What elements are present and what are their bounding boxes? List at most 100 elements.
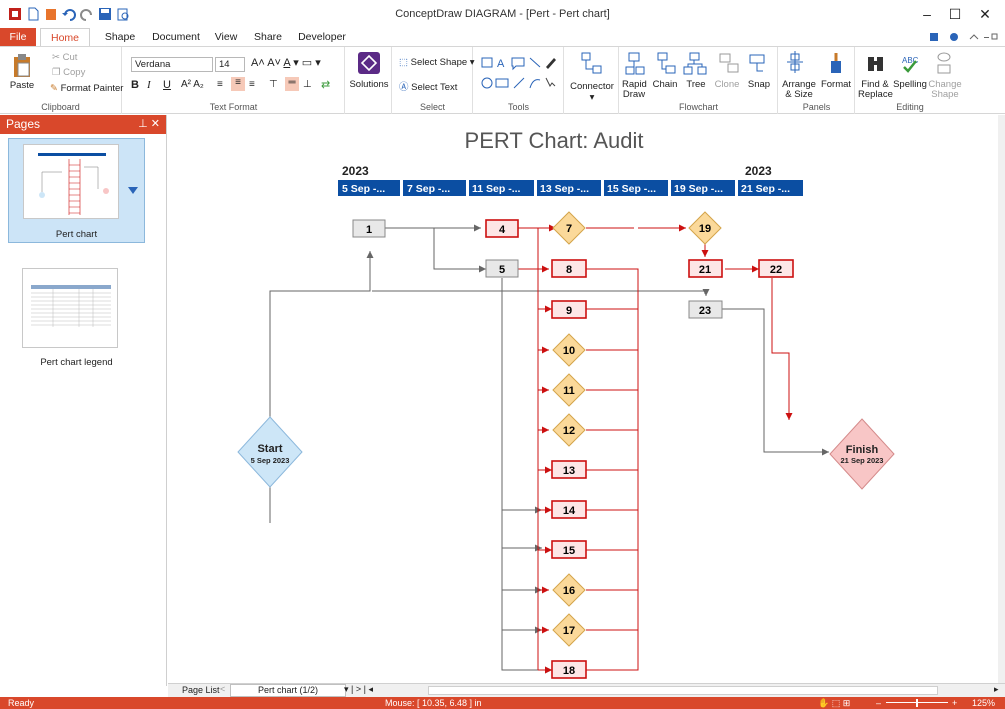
task-node-14[interactable]: 14 — [551, 500, 587, 519]
select-text-button[interactable]: Ⓐ Select Text — [399, 79, 457, 93]
tree-button[interactable]: Tree — [684, 80, 708, 90]
bold-button[interactable]: B — [131, 79, 139, 91]
tab-document[interactable]: Document — [146, 28, 206, 46]
task-node-23[interactable]: 23 — [688, 300, 723, 319]
tab-view[interactable]: View — [208, 28, 244, 46]
task-node-9[interactable]: 9 — [551, 300, 587, 319]
font-color-icon[interactable]: A — [283, 57, 290, 69]
underline-button[interactable]: U — [163, 79, 171, 91]
tab-share[interactable]: Share — [248, 28, 288, 46]
snap-button[interactable]: Snap — [746, 80, 772, 90]
select-text-label: Select Text — [411, 82, 458, 93]
timeline-bar: 5 Sep -... 7 Sep -... 11 Sep -... 13 Sep… — [338, 180, 803, 196]
task-node-15[interactable]: 15 — [551, 540, 587, 559]
valign-middle-button[interactable]: ═ — [285, 77, 299, 91]
page-preview — [22, 268, 118, 348]
milestone-node-17[interactable]: 17 — [552, 613, 586, 647]
status-bar: Ready Mouse: [ 10.35, 6.48 ] in ✋ ⬚ ⊞ – … — [0, 697, 1005, 709]
task-node-18[interactable]: 18 — [551, 660, 587, 679]
select-shape-button[interactable]: ⬚ Select Shape ▾ — [399, 57, 475, 68]
cut-button[interactable]: ✂ Cut — [52, 52, 77, 63]
copy-button[interactable]: ❐ Copy — [52, 67, 85, 78]
arrange-size-button[interactable]: Arrange & Size — [781, 80, 817, 100]
solutions-icon[interactable] — [358, 52, 380, 74]
hand-tool-icon[interactable]: ✋ ⬚ ⊞ — [818, 697, 850, 709]
pages-panel-title: Pages — [6, 117, 41, 131]
align-center-button[interactable]: ≡ — [231, 77, 245, 91]
milestone-node-12[interactable]: 12 — [552, 413, 586, 447]
find-replace-button[interactable]: Find & Replace — [858, 80, 893, 100]
change-shape-button[interactable]: Change Shape — [928, 80, 962, 100]
format-painter-button[interactable]: ✎ Format Painter — [50, 83, 123, 94]
timeline-date: 15 Sep -... — [607, 183, 656, 195]
app-window: ConceptDraw DIAGRAM - [Pert - Pert chart… — [0, 0, 1005, 709]
horizontal-scrollbar[interactable] — [428, 686, 938, 695]
valign-top-button[interactable]: ⊤ — [269, 79, 278, 90]
chain-button[interactable]: Chain — [652, 80, 678, 90]
tab-shape[interactable]: Shape — [100, 28, 140, 46]
tab-developer[interactable]: Developer — [292, 28, 352, 46]
task-node-21[interactable]: 21 — [688, 259, 723, 278]
panel-pin-close-icons[interactable]: ⊥ ✕ — [138, 115, 160, 134]
solutions-button[interactable]: Solutions — [348, 80, 390, 90]
close-button[interactable]: ✕ — [970, 4, 1000, 24]
task-node-8[interactable]: 8 — [551, 259, 587, 278]
rapid-draw-button[interactable]: Rapid Draw — [622, 80, 647, 100]
zoom-level[interactable]: 125% — [972, 697, 995, 709]
task-node-1[interactable]: 1 — [352, 219, 386, 238]
brush-icon: ✎ — [50, 83, 58, 94]
milestone-node-7[interactable]: 7 — [552, 211, 586, 245]
maximize-button[interactable]: ☐ — [940, 4, 970, 24]
connector-icon[interactable] — [581, 52, 603, 76]
vertical-scrollbar[interactable] — [998, 115, 1005, 686]
format-button[interactable]: Format — [819, 80, 853, 90]
tab-home[interactable]: Home — [40, 28, 90, 46]
paste-icon[interactable] — [12, 53, 32, 79]
page-list-button[interactable]: Page List — [182, 685, 220, 695]
flowchart-icons[interactable] — [624, 51, 774, 77]
italic-button[interactable]: I — [147, 79, 151, 91]
milestone-node-10[interactable]: 10 — [552, 333, 586, 367]
align-right-button[interactable]: ≡ — [249, 79, 255, 90]
align-left-button[interactable]: ≡ — [217, 79, 223, 90]
superscript-button[interactable]: A² A₂ — [181, 79, 204, 90]
milestone-node-19[interactable]: 19 — [688, 211, 722, 245]
connector-dropdown-icon[interactable]: ▾ — [567, 93, 617, 103]
tab-file[interactable]: File — [0, 28, 36, 46]
valign-bottom-button[interactable]: ⊥ — [303, 79, 312, 90]
scroll-right-icon[interactable]: ▸ — [994, 684, 999, 695]
task-node-13[interactable]: 13 — [551, 460, 587, 479]
milestone-node-16[interactable]: 16 — [552, 573, 586, 607]
page-thumbnail-pert-chart[interactable]: Pert chart — [8, 138, 145, 243]
task-number: 21 — [699, 264, 711, 276]
spelling-button[interactable]: Spelling — [892, 80, 928, 90]
font-family-select[interactable]: Verdana — [131, 57, 213, 72]
task-node-22[interactable]: 22 — [758, 259, 794, 278]
task-number: 23 — [699, 305, 711, 317]
editing-group: ABC Find & Replace Spelling Change Shape… — [856, 47, 964, 114]
drawing-canvas[interactable]: PERT Chart: Audit 2023 2023 5 Sep -... 7… — [168, 115, 998, 686]
font-size-select[interactable]: 14 — [215, 57, 245, 72]
drawing-tools-icons[interactable]: A — [480, 54, 560, 94]
ribbon-options-icon[interactable] — [928, 31, 998, 43]
finish-node[interactable]: Finish 21 Sep 2023 — [829, 418, 895, 490]
minimize-button[interactable]: – — [912, 4, 942, 24]
page-thumbnail-pert-chart-legend[interactable]: Pert chart legend — [8, 265, 145, 368]
task-node-4[interactable]: 4 — [485, 219, 519, 238]
milestone-node-11[interactable]: 11 — [552, 373, 586, 407]
start-node[interactable]: Start 5 Sep 2023 — [237, 416, 303, 488]
current-page-tab[interactable]: Pert chart (1/2) — [230, 684, 346, 697]
paste-button[interactable]: Paste — [4, 81, 40, 91]
zoom-slider-thumb[interactable] — [916, 699, 918, 707]
task-node-5[interactable]: 5 — [485, 259, 519, 278]
connector-button[interactable]: Connector — [567, 82, 617, 92]
thumbnail-menu-arrow-icon[interactable] — [128, 187, 138, 195]
text-direction-icon[interactable]: ⇄ — [321, 78, 330, 91]
clipboard-group-label: Clipboard — [41, 102, 80, 112]
page-tab-dropdown-icon[interactable]: ▾ | > | ◂ — [344, 684, 373, 695]
scroll-left-icon[interactable]: < — [220, 684, 225, 694]
zoom-in-button[interactable]: + — [952, 697, 957, 709]
grow-font-button[interactable]: A˄ A˅ A ▾ ▭ ▾ — [251, 56, 321, 69]
zoom-out-button[interactable]: – — [876, 697, 881, 709]
clone-button[interactable]: Clone — [714, 80, 740, 90]
